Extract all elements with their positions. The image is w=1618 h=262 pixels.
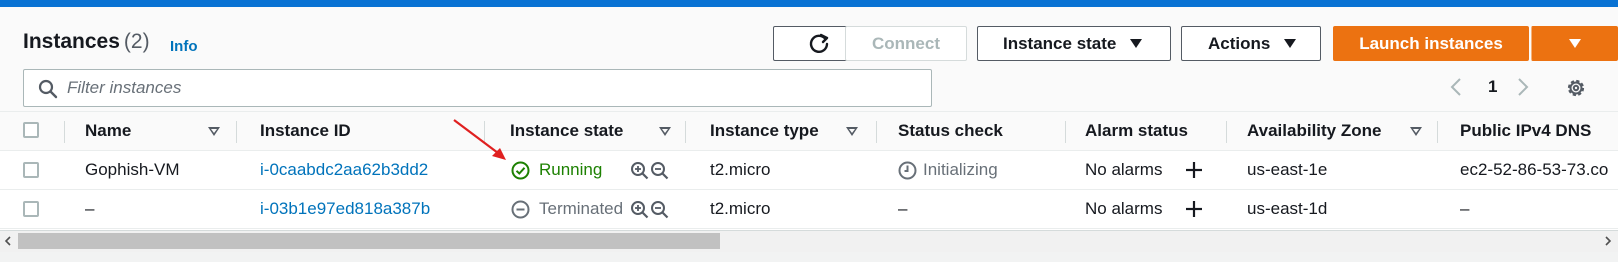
- zoom-out-icon[interactable]: [650, 200, 669, 219]
- gear-icon[interactable]: [1565, 77, 1587, 99]
- public-ipv4-dns: –: [1460, 199, 1470, 218]
- sort-icon[interactable]: [659, 127, 671, 136]
- instance-id-link[interactable]: i-0caabdc2aa62b3dd2: [260, 151, 428, 189]
- table-row[interactable]: Gophish-VM i-0caabdc2aa62b3dd2 Running t…: [0, 151, 1618, 190]
- sort-icon[interactable]: [208, 127, 220, 136]
- column-divider: [685, 121, 686, 143]
- instance-state-button[interactable]: Instance state: [977, 26, 1171, 61]
- scroll-right-arrow-icon[interactable]: [1604, 236, 1612, 246]
- column-header-public-ipv4-dns[interactable]: Public IPv4 DNS: [1460, 112, 1591, 150]
- column-header-name[interactable]: Name: [85, 112, 131, 150]
- plus-icon[interactable]: [1185, 200, 1203, 218]
- page-title: Instances (2): [23, 30, 150, 54]
- check-circle-icon: [511, 161, 530, 180]
- status-check: Initializing: [923, 160, 998, 179]
- caret-down-icon: [1568, 39, 1581, 48]
- sort-icon[interactable]: [1410, 127, 1422, 136]
- select-all-checkbox[interactable]: [23, 122, 39, 138]
- table-header: Name Instance ID Instance state Instance…: [0, 111, 1618, 151]
- column-header-instance-id[interactable]: Instance ID: [260, 112, 351, 150]
- bottom-divider: [0, 252, 1618, 262]
- row-checkbox[interactable]: [23, 162, 39, 178]
- instance-id-link[interactable]: i-03b1e97ed818a387b: [260, 190, 430, 228]
- availability-zone: us-east-1d: [1247, 199, 1328, 218]
- instance-state-running: Running: [539, 160, 603, 179]
- instance-name: –: [85, 199, 95, 218]
- alarm-status: No alarms: [1085, 160, 1163, 179]
- instances-header: Instances (2) Info Connect Instance state…: [0, 7, 1618, 111]
- column-divider: [876, 121, 877, 143]
- launch-dropdown-button[interactable]: [1531, 26, 1618, 61]
- column-divider: [1065, 121, 1066, 143]
- scrollbar-thumb[interactable]: [18, 233, 720, 249]
- column-divider: [1226, 121, 1227, 143]
- sort-icon[interactable]: [846, 127, 858, 136]
- column-divider: [64, 121, 65, 143]
- minus-circle-icon: [511, 200, 530, 219]
- column-header-alarm-status[interactable]: Alarm status: [1085, 112, 1188, 150]
- annotation-arrow-icon: [453, 119, 506, 160]
- current-page[interactable]: 1: [1488, 77, 1497, 97]
- chevron-right-icon[interactable]: [1516, 77, 1530, 97]
- zoom-out-icon[interactable]: [650, 161, 669, 180]
- plus-icon[interactable]: [1185, 161, 1203, 179]
- instance-state-terminated: Terminated: [539, 199, 624, 218]
- status-check: –: [898, 199, 908, 218]
- search-icon: [38, 79, 58, 99]
- instance-name: Gophish-VM: [85, 160, 180, 179]
- alarm-status: No alarms: [1085, 199, 1163, 218]
- top-accent-bar: [0, 0, 1618, 7]
- caret-down-icon: [1284, 39, 1297, 48]
- scroll-left-arrow-icon[interactable]: [4, 236, 12, 246]
- zoom-in-icon[interactable]: [630, 161, 649, 180]
- table-row[interactable]: – i-03b1e97ed818a387b Terminated t2.micr…: [0, 190, 1618, 229]
- column-divider: [1437, 121, 1438, 143]
- column-header-status-check[interactable]: Status check: [898, 112, 1003, 150]
- connect-button[interactable]: Connect: [845, 26, 967, 61]
- instance-type: t2.micro: [710, 199, 771, 218]
- filter-box[interactable]: [23, 69, 932, 107]
- column-divider: [236, 121, 237, 143]
- availability-zone: us-east-1e: [1247, 160, 1328, 179]
- info-link[interactable]: Info: [170, 38, 198, 55]
- clock-icon: [898, 161, 917, 180]
- launch-instances-button[interactable]: Launch instances: [1333, 26, 1529, 61]
- caret-down-icon: [1130, 39, 1143, 48]
- column-header-instance-type[interactable]: Instance type: [710, 112, 819, 150]
- chevron-left-icon[interactable]: [1449, 77, 1463, 97]
- actions-label: Actions: [1208, 33, 1271, 53]
- instance-count: (2): [123, 30, 150, 53]
- public-ipv4-dns: ec2-52-86-53-73.co: [1460, 160, 1609, 179]
- column-header-availability-zone[interactable]: Availability Zone: [1247, 112, 1381, 150]
- instance-state-label: Instance state: [1003, 33, 1117, 53]
- refresh-icon: [809, 33, 828, 53]
- filter-input[interactable]: [67, 77, 907, 99]
- row-checkbox[interactable]: [23, 201, 39, 217]
- actions-button[interactable]: Actions: [1181, 26, 1321, 61]
- column-header-instance-state[interactable]: Instance state: [510, 112, 623, 150]
- page-title-text: Instances: [23, 30, 120, 53]
- instance-type: t2.micro: [710, 160, 771, 179]
- zoom-in-icon[interactable]: [630, 200, 649, 219]
